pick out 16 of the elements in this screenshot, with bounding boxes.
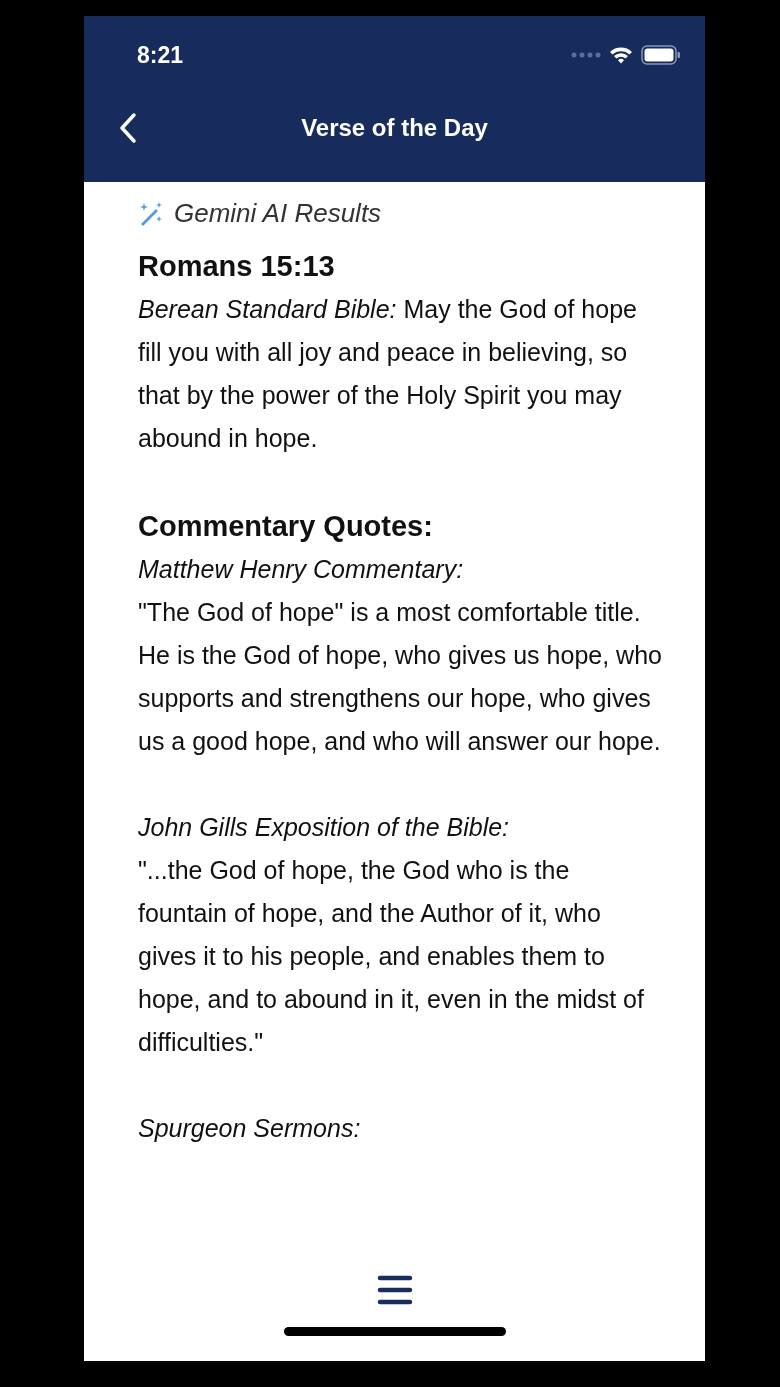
- status-time: 8:21: [137, 41, 184, 69]
- menu-button[interactable]: [376, 1275, 413, 1305]
- commentary-quote: "...the God of hope, the God who is the fountain of hope, and the Author of it, who gives it to his people, and enables them to hope, and to abound in it, even in the midst of difficulties.": [138, 855, 645, 1058]
- commentary-source: Spurgeon Sermons:: [138, 1113, 362, 1144]
- commentary-source: John Gills Exposition of the Bible:: [138, 812, 511, 843]
- verse-text: Berean Standard Bible: May the God of hope fill you with all joy and peace in believing, so that by the power of the Holy Spirit you may abound in hope.: [138, 294, 638, 454]
- commentary-heading: Commentary Quotes:: [138, 509, 434, 544]
- verse-reference: Romans 15:13: [138, 249, 336, 284]
- signal-icon: [571, 52, 601, 58]
- commentary-quote: "The God of hope" is a most comfortable title. He is the God of hope, who gives us hope, who supports and strengthens our hope, who gives us a good hope, and who will answer our hope.: [138, 597, 663, 757]
- commentary-source: Matthew Henry Commentary:: [138, 554, 465, 585]
- wifi-icon: [609, 46, 633, 64]
- battery-icon: [641, 45, 681, 65]
- back-button[interactable]: [118, 112, 138, 144]
- ai-results-label: Gemini AI Results: [174, 197, 382, 230]
- screen-title: Verse of the Day: [301, 114, 488, 142]
